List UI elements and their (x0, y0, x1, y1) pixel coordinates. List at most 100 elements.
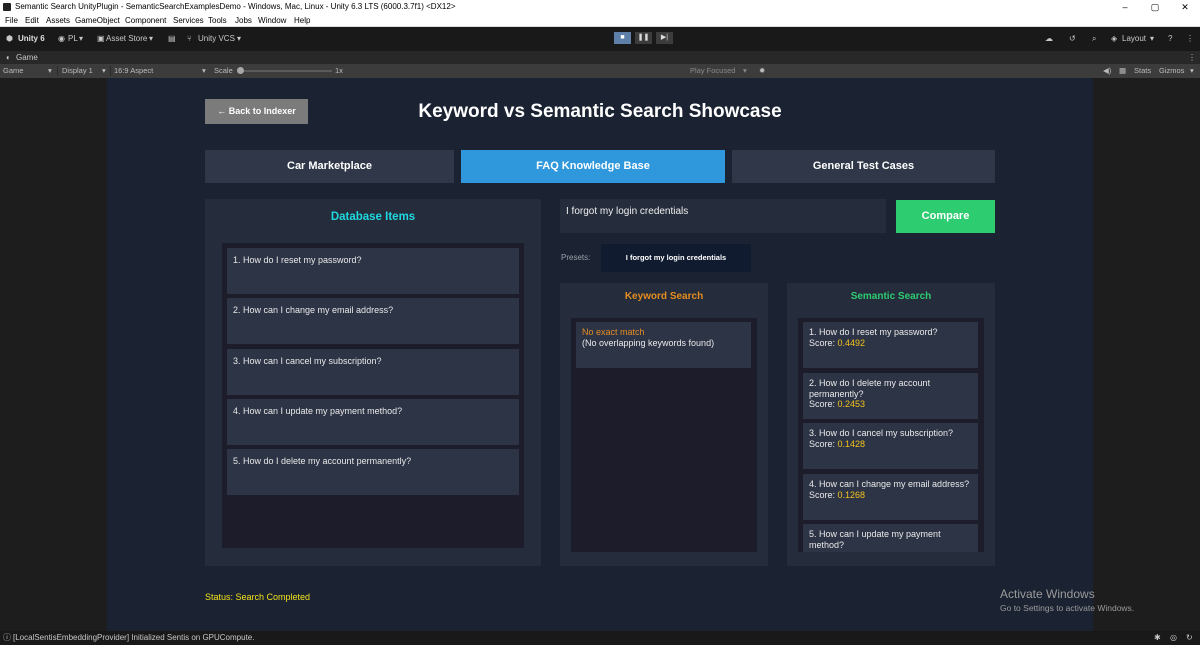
tab-game[interactable]: Game (16, 51, 38, 64)
display-dropdown[interactable]: Display 1 (62, 64, 93, 78)
main-toolbar: ⬢ Unity 6 ◉ PL ▾ ▣ Asset Store ▾ ▤ ⑂ Uni… (0, 27, 1200, 51)
sync-icon[interactable]: ↻ (1186, 631, 1193, 645)
score-value: 0.4492 (837, 337, 866, 348)
console-message[interactable]: [LocalSentisEmbeddingProvider] Initializ… (13, 631, 254, 645)
semantic-search-heading: Semantic Search (850, 291, 932, 302)
scale-slider-track[interactable] (240, 70, 332, 72)
stats-button[interactable]: Stats (1134, 64, 1151, 78)
result-text: 1. How do I reset my password? (809, 327, 938, 337)
list-item[interactable]: 4. How can I update my payment method? (227, 399, 519, 445)
close-button[interactable]: ✕ (1170, 0, 1200, 14)
search-icon[interactable]: ⌕ (1092, 34, 1096, 44)
result-text: 4. How can I change my email address? (809, 479, 970, 489)
list-item[interactable]: 1. How do I reset my password? (227, 248, 519, 294)
account-dropdown[interactable]: PL (68, 34, 78, 44)
menu-component[interactable]: Component (125, 14, 166, 27)
database-list[interactable]: 1. How do I reset my password? 2. How ca… (222, 243, 524, 548)
scale-label: Scale (214, 66, 233, 75)
info-icon: ⓘ (3, 633, 11, 642)
menu-edit[interactable]: Edit (25, 14, 39, 27)
minimize-button[interactable]: – (1110, 0, 1140, 14)
chevron-down-icon: ▾ (202, 66, 206, 75)
activate-windows-subtitle: Go to Settings to activate Windows. (1000, 603, 1135, 613)
unity-vcs-button[interactable]: Unity VCS (198, 34, 235, 44)
package-icon[interactable]: ▤ (168, 34, 176, 44)
keyword-search-panel: Keyword Search No exact match (No overla… (560, 283, 768, 566)
maximize-button[interactable]: ▢ (1140, 0, 1170, 14)
step-button[interactable]: ▶| (656, 32, 673, 44)
search-input[interactable]: I forgot my login credentials (560, 199, 886, 233)
more-menu-icon[interactable]: ⋮ (1186, 34, 1194, 44)
audio-mute-icon[interactable]: ◀) (1103, 64, 1111, 78)
activate-windows-title: Activate Windows (1000, 587, 1095, 601)
back-to-indexer-button[interactable]: ← Back to Indexer (205, 99, 308, 124)
menu-file[interactable]: File (5, 14, 18, 27)
chevron-down-icon: ▾ (237, 34, 242, 43)
network-icon[interactable]: ◎ (1170, 631, 1177, 645)
database-heading: Database Items (330, 211, 416, 223)
score-label: Score: (809, 399, 836, 409)
pause-button[interactable]: ❚❚ (635, 32, 652, 44)
game-mode-dropdown[interactable]: Game (3, 64, 23, 78)
tab-faq-knowledge-base[interactable]: FAQ Knowledge Base (461, 150, 725, 183)
bug-icon[interactable]: ✱ (1154, 631, 1161, 645)
score-value: 0.2453 (837, 399, 866, 409)
score-label: Score: (809, 489, 836, 500)
semantic-results-list[interactable]: 1. How do I reset my password? Score: 0.… (798, 318, 984, 552)
tab-car-marketplace[interactable]: Car Marketplace (205, 150, 454, 183)
preset-button[interactable]: I forgot my login credentials (601, 244, 751, 272)
divider (57, 66, 58, 76)
chevron-down-icon: ▾ (1190, 66, 1194, 75)
aspect-dropdown[interactable]: 16:9 Aspect (114, 64, 153, 78)
semantic-search-panel: Semantic Search 1. How do I reset my pas… (787, 283, 995, 566)
result-text: 2. How do I delete my account permanentl… (809, 378, 931, 399)
gizmos-button[interactable]: Gizmos (1159, 64, 1184, 78)
compare-button[interactable]: Compare (896, 200, 995, 233)
menu-services[interactable]: Services (173, 14, 204, 27)
vcs-icon: ⑂ (187, 34, 192, 43)
list-item[interactable]: 5. How can I update my payment method? (803, 524, 978, 552)
keyword-results-list[interactable]: No exact match (No overlapping keywords … (571, 318, 757, 552)
keyboard-icon[interactable]: ▦ (1119, 64, 1126, 78)
score-label: Score: (809, 337, 836, 348)
list-item: No exact match (No overlapping keywords … (576, 322, 751, 368)
page-title: Keyword vs Semantic Search Showcase (418, 101, 782, 122)
score-label: Score: (809, 438, 836, 449)
unity-version-button[interactable]: Unity 6 (18, 34, 45, 44)
chevron-down-icon: ▾ (743, 66, 747, 75)
layout-dropdown[interactable]: Layout (1122, 34, 1146, 44)
menu-gameobject[interactable]: GameObject (75, 14, 120, 27)
database-panel: Database Items 1. How do I reset my pass… (205, 199, 541, 566)
help-icon[interactable]: ? (1168, 34, 1172, 44)
history-icon[interactable]: ↺ (1069, 34, 1076, 44)
no-match-label: No exact match (582, 327, 645, 337)
chevron-down-icon: ▾ (48, 66, 52, 75)
divider (110, 66, 111, 76)
console-status-bar[interactable]: ⓘ [LocalSentisEmbeddingProvider] Initial… (0, 631, 1200, 645)
menu-window[interactable]: Window (258, 14, 286, 27)
debug-icon[interactable]: ✹ (759, 64, 765, 78)
search-input-value: I forgot my login credentials (566, 206, 689, 217)
play-focused-dropdown[interactable]: Play Focused (690, 64, 735, 78)
tab-general-test-cases[interactable]: General Test Cases (732, 150, 995, 183)
menu-tools[interactable]: Tools (208, 14, 227, 27)
scale-slider-handle[interactable] (237, 67, 244, 74)
list-item[interactable]: 3. How can I cancel my subscription? (227, 349, 519, 395)
list-item[interactable]: 2. How can I change my email address? (227, 298, 519, 344)
list-item[interactable]: 1. How do I reset my password? Score: 0.… (803, 322, 978, 368)
list-item[interactable]: 3. How do I cancel my subscription? Scor… (803, 423, 978, 469)
result-text: 5. How can I update my payment method? (809, 529, 941, 550)
no-match-detail: (No overlapping keywords found) (582, 337, 715, 348)
score-value: 0.1268 (837, 489, 866, 500)
play-button[interactable]: ■ (614, 32, 631, 44)
tab-options-icon[interactable]: ⋮ (1188, 51, 1196, 64)
menu-jobs[interactable]: Jobs (235, 14, 252, 27)
list-item[interactable]: 2. How do I delete my account permanentl… (803, 373, 978, 419)
menu-help[interactable]: Help (294, 14, 310, 27)
list-item[interactable]: 5. How do I delete my account permanentl… (227, 449, 519, 495)
list-item[interactable]: 4. How can I change my email address? Sc… (803, 474, 978, 520)
menu-assets[interactable]: Assets (46, 14, 70, 27)
menu-bar: File Edit Assets GameObject Component Se… (0, 14, 1200, 27)
cloud-icon[interactable]: ☁ (1045, 34, 1053, 44)
asset-store-button[interactable]: Asset Store (106, 34, 147, 44)
